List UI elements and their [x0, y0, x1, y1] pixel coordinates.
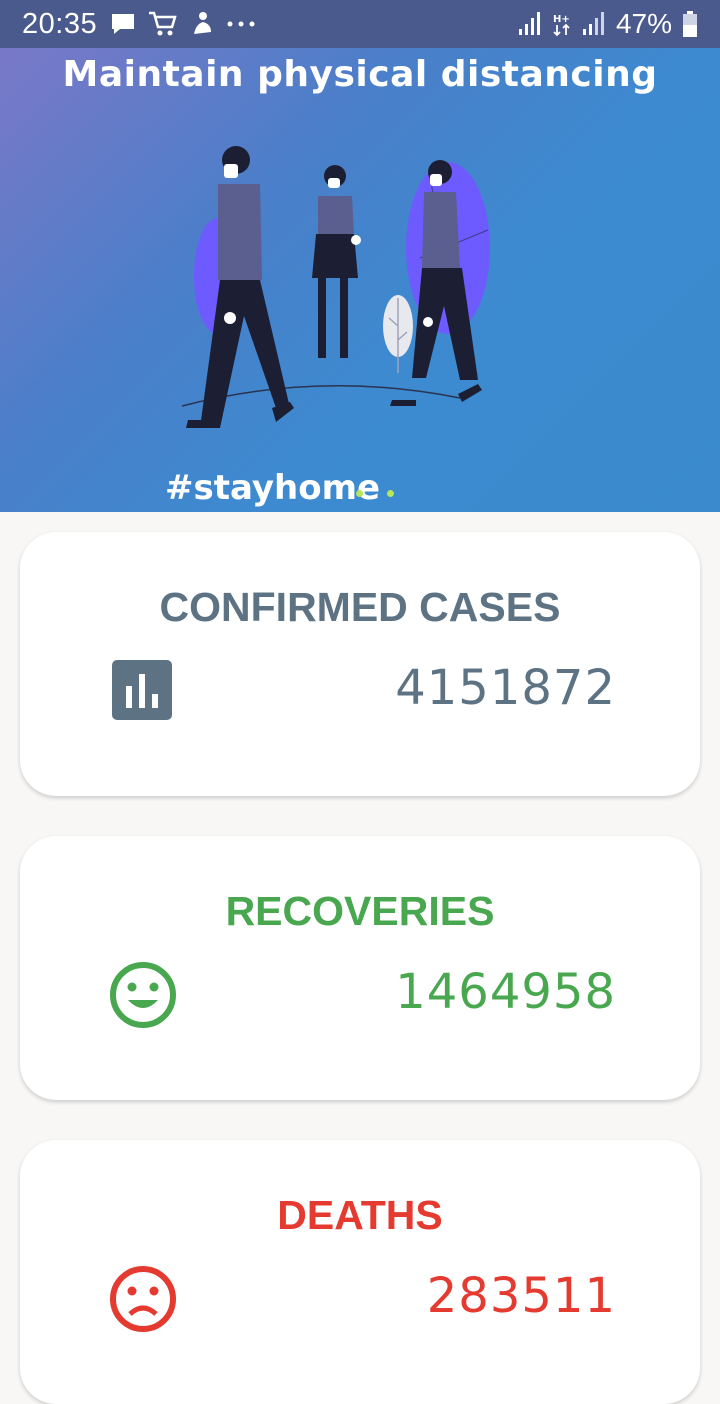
confirmed-cases-value: 4151872	[395, 660, 616, 716]
data-icon: H+	[553, 14, 570, 37]
confirmed-cases-title: CONFIRMED CASES	[159, 584, 561, 630]
signal-icon	[518, 12, 540, 35]
message-icon	[112, 14, 134, 34]
signal-icon	[582, 12, 604, 35]
svg-text:H+: H+	[553, 14, 570, 25]
more-icon	[227, 21, 255, 27]
banner-hashtag: #stayhome	[165, 468, 381, 508]
recoveries-title: RECOVERIES	[225, 888, 495, 934]
banner-carousel[interactable]: Maintain physical distancing #stayhome	[0, 48, 720, 512]
status-time: 20:35	[22, 8, 98, 40]
status-system-icons: H+ 47%	[518, 8, 698, 40]
confirmed-cases-card[interactable]: CONFIRMED CASES 4151872	[20, 532, 700, 796]
social-distancing-illustration	[181, 146, 490, 428]
recoveries-value: 1464958	[395, 964, 616, 1020]
recoveries-card[interactable]: RECOVERIES 1464958	[20, 836, 700, 1100]
bar-chart-icon	[112, 660, 172, 720]
banner-title: Maintain physical distancing	[62, 54, 658, 95]
battery-percent: 47%	[615, 8, 672, 39]
battery-icon	[683, 11, 697, 37]
carousel-dot[interactable]	[387, 490, 394, 497]
carousel-page-indicator	[356, 490, 394, 497]
carousel-dot[interactable]	[356, 490, 363, 497]
deaths-card[interactable]: DEATHS 283511	[20, 1140, 700, 1404]
smiley-icon	[110, 962, 176, 1028]
status-bar: 20:35 H+ 47%	[0, 0, 720, 48]
notification-icon	[194, 12, 211, 34]
shopping-cart-icon	[149, 11, 177, 36]
status-notification-icons	[110, 10, 256, 38]
deaths-title: DEATHS	[277, 1192, 443, 1238]
sad-face-icon	[110, 1266, 176, 1332]
deaths-value: 283511	[426, 1268, 616, 1324]
